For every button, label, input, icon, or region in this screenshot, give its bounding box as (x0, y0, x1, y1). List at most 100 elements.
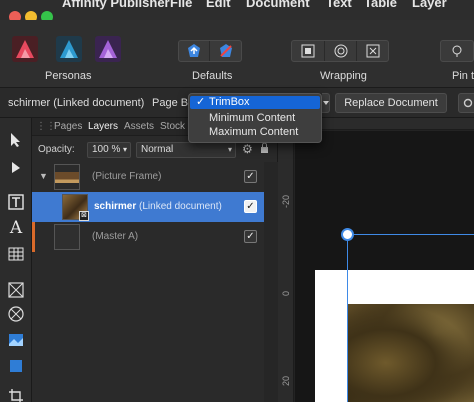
chevron-down-icon (322, 101, 329, 105)
defaults-label: Defaults (192, 70, 233, 82)
designer-persona-icon[interactable] (56, 36, 82, 62)
ellipse-frame-tool[interactable] (5, 304, 27, 324)
panel-grip[interactable]: ⋮⋮ (36, 121, 56, 132)
gear-icon (463, 98, 473, 108)
more-options-button[interactable] (458, 93, 474, 113)
wrap-outline-icon (334, 44, 347, 58)
publisher-persona-icon[interactable] (12, 36, 38, 62)
wrapping-group (291, 40, 389, 62)
picture-frame-icon (8, 282, 24, 298)
linked-document-label: schirmer (Linked document) (8, 97, 145, 109)
menu-option-label: Minimum Content (209, 112, 296, 124)
selection-handle[interactable] (341, 228, 354, 241)
artistic-text-tool[interactable]: A (5, 218, 27, 238)
menu-table[interactable]: Table (364, 0, 397, 10)
ruler-label: 20 (281, 375, 291, 386)
document-page[interactable] (315, 270, 474, 402)
layer-thumbnail (54, 224, 80, 250)
wrap-none-button[interactable] (357, 41, 388, 61)
crop-tool[interactable] (5, 386, 27, 402)
menu-text[interactable]: Text (326, 0, 352, 10)
disclosure-triangle-icon[interactable]: ▼ (39, 171, 48, 181)
blend-mode-value: Normal (141, 144, 174, 155)
text-frame-tool[interactable] (5, 192, 27, 212)
table-icon (8, 247, 24, 261)
image-icon (9, 334, 23, 346)
menu-layer[interactable]: Layer (412, 0, 447, 10)
layer-visibility-checkbox[interactable]: ✓ (244, 230, 257, 243)
tab-pages[interactable]: Pages (54, 121, 82, 132)
opacity-value: 100 % (92, 144, 121, 155)
menu-option-label: Maximum Content (209, 126, 299, 138)
tab-stock[interactable]: Stock (160, 121, 185, 132)
crop-icon (9, 389, 23, 402)
layer-name: (Master A) (92, 231, 139, 242)
menu-option-label: TrimBox (209, 96, 250, 108)
menu-option-trimbox[interactable]: ✓ TrimBox (190, 96, 320, 109)
sync-defaults-icon (188, 44, 200, 57)
wrapping-label: Wrapping (320, 70, 367, 82)
toolbar: Personas Defaults Wrapping Pin to (0, 20, 474, 88)
text-frame-icon (8, 194, 24, 210)
revert-defaults-icon (219, 44, 232, 57)
menu-option-minimum-content[interactable]: Minimum Content (190, 112, 320, 125)
menu-file[interactable]: File (170, 0, 192, 10)
page-box-dropdown-arrow[interactable] (322, 93, 330, 113)
menu-option-maximum-content[interactable]: Maximum Content (190, 126, 320, 139)
layer-row-picture-frame[interactable]: ▼ (Picture Frame) ✓ (32, 162, 264, 192)
blend-mode-select[interactable]: Normal ▾ (136, 142, 236, 158)
rectangle-tool[interactable] (5, 356, 27, 376)
wrap-none-icon (366, 44, 379, 58)
opacity-field[interactable]: 100 % ▾ (87, 142, 131, 158)
vertical-ruler: -20 0 20 (278, 130, 294, 402)
chevron-down-icon: ▾ (227, 145, 232, 154)
layer-thumbnail: ⊠ (62, 194, 89, 221)
node-arrow-icon (12, 162, 20, 173)
pin-group (440, 40, 474, 62)
lock-icon[interactable] (260, 142, 269, 157)
sync-defaults-button[interactable] (179, 41, 210, 61)
tab-layers[interactable]: Layers (88, 121, 118, 132)
picture-frame-tool[interactable] (5, 280, 27, 300)
placed-painting-image[interactable] (348, 304, 474, 402)
chevron-down-icon: ▾ (122, 145, 127, 154)
layer-name: (Picture Frame) (92, 171, 162, 182)
replace-document-button[interactable]: Replace Document (335, 93, 447, 113)
layer-visibility-checkbox[interactable]: ✓ (244, 200, 257, 213)
menubar: Affinity Publisher File Edit Document Te… (0, 0, 474, 23)
opacity-label: Opacity: (38, 144, 75, 155)
rectangle-icon (10, 360, 22, 372)
menu-edit[interactable]: Edit (206, 0, 231, 10)
personas-label: Personas (45, 70, 92, 82)
defaults-group (178, 40, 242, 62)
table-tool[interactable] (5, 244, 27, 264)
master-indicator (32, 222, 35, 252)
revert-defaults-button[interactable] (210, 41, 241, 61)
place-image-tool[interactable] (5, 330, 27, 350)
node-tool[interactable] (5, 158, 27, 178)
layer-thumbnail (54, 164, 80, 190)
ruler-label: 0 (281, 290, 291, 296)
wrap-outline-button[interactable] (325, 41, 357, 61)
layer-name: schirmer (Linked document) (94, 201, 222, 212)
pin-button[interactable] (441, 41, 473, 61)
layer-row-linked-document[interactable]: ⊠ schirmer (Linked document) ✓ (32, 192, 264, 222)
layer-visibility-checkbox[interactable]: ✓ (244, 170, 257, 183)
layer-row-master[interactable]: (Master A) ✓ (32, 222, 264, 252)
gear-icon[interactable]: ⚙ (242, 142, 253, 156)
pin-icon (452, 45, 462, 57)
menu-document[interactable]: Document (246, 0, 310, 10)
checkmark-icon: ✓ (196, 96, 206, 108)
page-box-menu: ✓ TrimBox Minimum Content Maximum Conten… (188, 93, 322, 143)
move-tool[interactable] (5, 130, 27, 150)
wrap-settings-button[interactable] (292, 41, 325, 61)
move-arrow-icon (11, 133, 20, 147)
ellipse-frame-icon (8, 306, 24, 322)
selection-edge-top (347, 234, 474, 235)
pin-label: Pin to (452, 70, 474, 82)
layer-name-bold: schirmer (94, 201, 137, 212)
photo-persona-icon[interactable] (95, 36, 121, 62)
panel-scrollbar[interactable] (264, 162, 278, 402)
menu-app[interactable]: Affinity Publisher (62, 0, 170, 10)
tab-assets[interactable]: Assets (124, 121, 154, 132)
